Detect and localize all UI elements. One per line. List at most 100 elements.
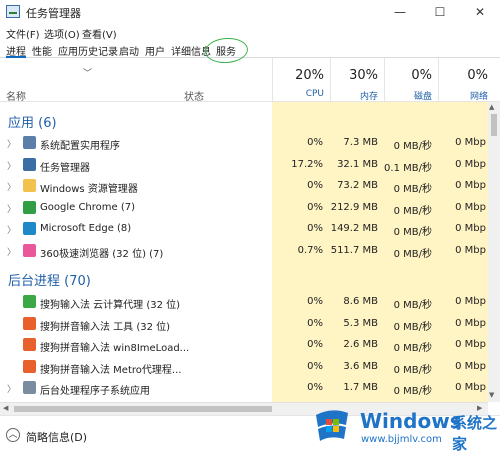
- column-name[interactable]: 名称: [6, 88, 26, 103]
- watermark-brand: Windows: [360, 409, 462, 433]
- edge-icon: [23, 222, 36, 235]
- cpu-value: 0%: [307, 180, 323, 191]
- menu-options[interactable]: 选项(O): [44, 26, 80, 41]
- column-disk[interactable]: 0% 磁盘: [384, 58, 438, 102]
- menu-view[interactable]: 查看(V): [82, 26, 117, 41]
- watermark-suffix: 系统之家: [452, 414, 498, 453]
- tab-processes[interactable]: 进程: [6, 43, 26, 58]
- chevron-right-icon[interactable]: 〉: [7, 382, 16, 395]
- memory-value: 5.3 MB: [343, 317, 378, 329]
- network-value: 0 Mbp: [455, 158, 486, 170]
- network-value: 0 Mbp: [455, 201, 486, 213]
- scroll-thumb[interactable]: [14, 406, 272, 412]
- fewer-details-button[interactable]: 简略信息(D): [26, 429, 87, 445]
- group-title: 后台进程 (70): [8, 274, 91, 289]
- disk-value: 0 MB/秒: [393, 386, 432, 397]
- disk-value: 0 MB/秒: [393, 184, 432, 195]
- process-name: 360极速浏览器 (32 位) (7): [40, 248, 164, 260]
- network-value: 0 Mbp: [455, 244, 486, 256]
- cpu-value: 0%: [307, 339, 323, 350]
- table-row[interactable]: 〉 Google Chrome (7) 0% 212.9 MB 0 MB/秒 0 Mbp: [0, 198, 488, 219]
- chevron-right-icon[interactable]: 〉: [7, 245, 16, 258]
- disk-value: 0 MB/秒: [393, 300, 432, 311]
- minimize-button[interactable]: —: [380, 0, 420, 24]
- cpu-label: CPU: [305, 89, 324, 99]
- process-table: 应用 (6) 〉系统配置实用程序 0% 7.3 MB 0 MB/秒 0 Mbp 〉任务管理…: [0, 102, 488, 402]
- process-name: 搜狗拼音输入法 Metro代理程...: [40, 364, 182, 376]
- disk-value: 0.1 MB/秒: [384, 162, 432, 174]
- column-memory[interactable]: 30% 内存: [330, 58, 384, 102]
- cpu-value: 0%: [307, 223, 323, 234]
- scroll-right-icon[interactable]: ▶: [477, 404, 482, 412]
- memory-value: 3.6 MB: [343, 360, 378, 372]
- folder-icon: [23, 179, 36, 192]
- task-manager-icon: [6, 5, 20, 18]
- browser-360-icon: [23, 243, 36, 257]
- task-manager-icon: [23, 157, 36, 171]
- cpu-value: 0%: [307, 201, 323, 213]
- cpu-value: 0%: [307, 382, 323, 393]
- cpu-value: 0%: [307, 317, 323, 329]
- close-button[interactable]: ✕: [460, 0, 500, 24]
- watermark-url: www.bjjmlv.com: [361, 434, 442, 445]
- tab-performance[interactable]: 性能: [32, 43, 52, 58]
- title-bar: 任务管理器 — ☐ ✕: [0, 0, 500, 24]
- table-row[interactable]: 搜狗拼音输入法 工具 (32 位) 0% 5.3 MB 0 MB/秒 0 Mbp: [0, 314, 488, 335]
- group-background: 后台进程 (70): [0, 262, 488, 290]
- memory-value: 73.2 MB: [337, 180, 378, 191]
- network-value: 0 Mbp: [455, 317, 486, 329]
- vertical-scrollbar[interactable]: ▲ ▼: [488, 102, 500, 402]
- network-label: 网络: [469, 92, 488, 102]
- scroll-down-icon[interactable]: ▼: [489, 391, 494, 399]
- memory-value: 2.6 MB: [343, 339, 378, 350]
- window-title: 任务管理器: [26, 7, 81, 20]
- chevron-up-icon[interactable]: ︿: [6, 428, 20, 442]
- printer-icon: [23, 381, 36, 394]
- table-row[interactable]: 〉 360极速浏览器 (32 位) (7) 0.7% 511.7 MB 0 MB/秒 0 …: [0, 241, 488, 262]
- chevron-right-icon[interactable]: 〉: [7, 180, 16, 193]
- scroll-up-icon[interactable]: ▲: [489, 103, 494, 111]
- column-status[interactable]: 状态: [184, 88, 204, 103]
- sogou-icon: [23, 359, 36, 373]
- scroll-thumb[interactable]: [491, 114, 497, 136]
- cpu-value: 0%: [307, 360, 323, 372]
- chrome-icon: [23, 200, 36, 214]
- column-network[interactable]: 0% 网络: [438, 58, 494, 102]
- process-name: 后台处理程序子系统应用: [40, 386, 150, 397]
- tab-users[interactable]: 用户: [145, 43, 165, 58]
- table-row[interactable]: 〉 任务管理器 17.2% 32.1 MB 0.1 MB/秒 0 Mbp: [0, 155, 488, 176]
- memory-value: 7.3 MB: [343, 137, 378, 148]
- table-row[interactable]: 〉 Windows 资源管理器 0% 73.2 MB 0 MB/秒 0 Mbp: [0, 176, 488, 197]
- group-title: 应用 (6): [8, 116, 57, 131]
- table-row[interactable]: 搜狗输入法 云计算代理 (32 位) 0% 8.6 MB 0 MB/秒 0 Mbp: [0, 292, 488, 313]
- disk-value: 0 MB/秒: [393, 227, 432, 238]
- windows-logo-icon: [316, 410, 348, 441]
- cpu-value: 0%: [307, 296, 323, 307]
- memory-percent: 30%: [349, 68, 378, 83]
- process-name: Windows 资源管理器: [40, 184, 138, 195]
- scroll-left-icon[interactable]: ◀: [3, 404, 8, 412]
- chevron-right-icon[interactable]: 〉: [7, 159, 16, 172]
- process-name: Google Chrome (7): [40, 201, 136, 213]
- disk-value: 0 MB/秒: [393, 248, 432, 260]
- tab-startup[interactable]: 启动: [119, 43, 139, 58]
- table-row[interactable]: 搜狗拼音输入法 win8ImeLoad... 0% 2.6 MB 0 MB/秒 0 Mb…: [0, 335, 488, 356]
- memory-label: 内存: [359, 92, 378, 102]
- table-row[interactable]: 〉 后台处理程序子系统应用 0% 1.7 MB 0 MB/秒 0 Mbp: [0, 378, 488, 399]
- disk-percent: 0%: [411, 68, 432, 83]
- chevron-down-icon[interactable]: ﹀: [83, 66, 92, 79]
- chevron-right-icon[interactable]: 〉: [7, 137, 16, 150]
- network-percent: 0%: [467, 68, 488, 83]
- table-row[interactable]: 〉 系统配置实用程序 0% 7.3 MB 0 MB/秒 0 Mbp: [0, 133, 488, 154]
- column-cpu[interactable]: 20% CPU: [272, 58, 330, 102]
- table-row[interactable]: 搜狗拼音输入法 Metro代理程... 0% 3.6 MB 0 MB/秒 0 Mbp: [0, 357, 488, 378]
- chevron-right-icon[interactable]: 〉: [7, 202, 16, 215]
- menu-file[interactable]: 文件(F): [6, 26, 40, 41]
- chevron-right-icon[interactable]: 〉: [7, 223, 16, 236]
- memory-value: 8.6 MB: [343, 296, 378, 307]
- maximize-button[interactable]: ☐: [420, 0, 460, 24]
- network-value: 0 Mbp: [455, 223, 486, 234]
- process-name: Microsoft Edge (8): [40, 223, 132, 234]
- table-row[interactable]: 〉 Microsoft Edge (8) 0% 149.2 MB 0 MB/秒 0 Mbp: [0, 219, 488, 240]
- tab-app-history[interactable]: 应用历史记录: [58, 43, 118, 58]
